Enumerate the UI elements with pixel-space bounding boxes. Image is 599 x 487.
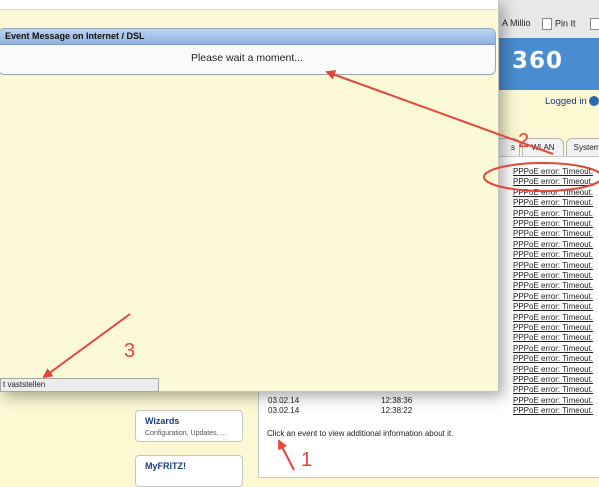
annotation-1: 1	[301, 449, 313, 471]
annotation-overlay	[42, 70, 599, 471]
annotation-3: 3	[124, 340, 136, 362]
highlight-circle	[483, 162, 599, 192]
annotation-2: 2	[518, 130, 530, 152]
arrow-3	[42, 313, 131, 379]
arrow-1	[278, 439, 295, 471]
